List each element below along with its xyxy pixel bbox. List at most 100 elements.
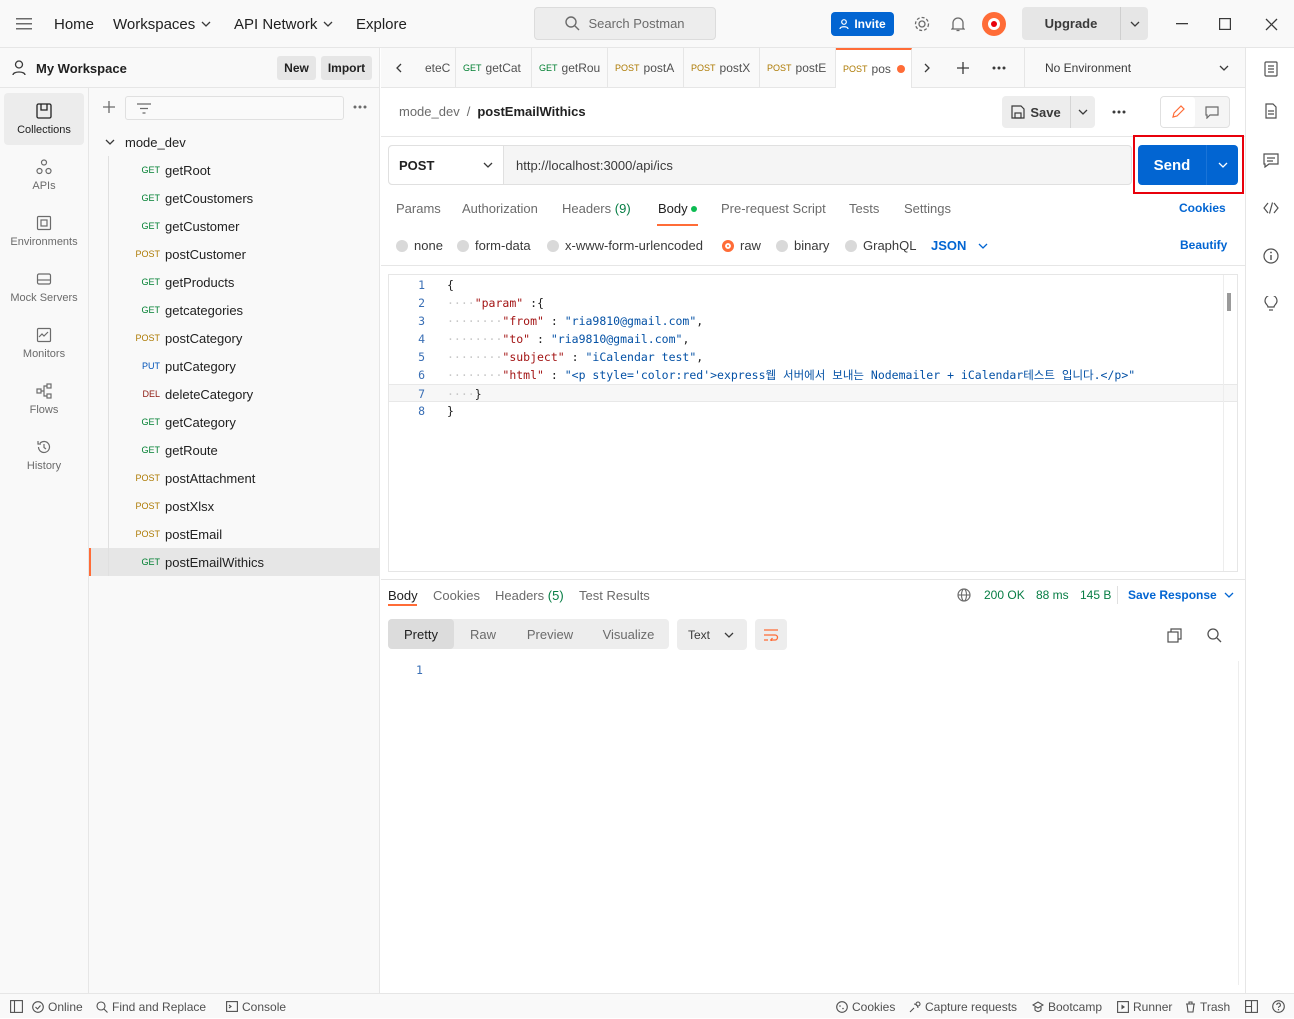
wrap-lines-icon[interactable]: [755, 619, 787, 650]
response-body[interactable]: 1: [388, 661, 1239, 985]
scrollbar[interactable]: [1227, 293, 1231, 311]
add-icon[interactable]: [101, 99, 117, 115]
capture-requests-button[interactable]: Capture requests: [909, 994, 1017, 1019]
view-pretty[interactable]: Pretty: [388, 619, 454, 649]
sidebar-item-request[interactable]: POST postCategory: [89, 324, 379, 352]
request-tab[interactable]: POST postE: [760, 48, 836, 88]
url-input[interactable]: http://localhost:3000/api/ics: [504, 146, 673, 184]
request-tab[interactable]: POST postA: [608, 48, 684, 88]
tab-headers[interactable]: Headers (9): [562, 201, 631, 216]
radio-binary[interactable]: binary: [776, 238, 829, 253]
sidebar-item-request[interactable]: POST postEmail: [89, 520, 379, 548]
body-editor[interactable]: 1{2 ····"param" :{3 ········"from" : "ria9…: [388, 274, 1238, 572]
chevron-down-icon[interactable]: [1206, 145, 1238, 185]
find-replace-button[interactable]: Find and Replace: [96, 994, 206, 1019]
resp-tab-test-results[interactable]: Test Results: [579, 588, 650, 603]
sidebar-item-request[interactable]: GET getCategory: [89, 408, 379, 436]
minimize-icon[interactable]: [1172, 14, 1192, 34]
sidebar-item-request[interactable]: GET getCustomer: [89, 212, 379, 240]
chevron-down-icon[interactable]: [1070, 96, 1095, 128]
maximize-icon[interactable]: [1215, 14, 1235, 34]
filter-input[interactable]: [125, 96, 344, 120]
documentation-icon[interactable]: [1262, 102, 1280, 120]
help-icon[interactable]: [1272, 994, 1285, 1019]
online-status[interactable]: Online: [32, 994, 83, 1019]
response-size[interactable]: 145 B: [1080, 588, 1111, 602]
tab-authorization[interactable]: Authorization: [462, 201, 538, 216]
chevron-down-icon[interactable]: [1120, 7, 1148, 40]
radio-none[interactable]: none: [396, 238, 443, 253]
breadcrumb-parent[interactable]: mode_dev: [399, 104, 460, 119]
request-tab[interactable]: POST postX: [684, 48, 760, 88]
more-tabs-icon[interactable]: [990, 60, 1008, 76]
layout-icon[interactable]: [1245, 994, 1258, 1019]
nav-apis[interactable]: APIs: [4, 149, 84, 201]
resp-tab-headers[interactable]: Headers (5): [495, 588, 564, 603]
more-options-icon[interactable]: [1110, 104, 1128, 120]
format-select[interactable]: JSON: [931, 238, 988, 253]
code-icon[interactable]: [1262, 199, 1280, 217]
resp-tab-body[interactable]: Body: [388, 588, 418, 603]
new-button[interactable]: New: [277, 56, 316, 80]
view-raw[interactable]: Raw: [454, 619, 512, 649]
save-button[interactable]: Save: [1002, 105, 1070, 120]
request-tab[interactable]: eteC: [418, 48, 456, 88]
invite-button[interactable]: Invite: [831, 12, 894, 36]
nav-api-network[interactable]: API Network: [234, 0, 333, 48]
search-icon[interactable]: [1205, 626, 1223, 644]
sidebar-item-request[interactable]: GET getCoustomers: [89, 184, 379, 212]
view-preview[interactable]: Preview: [512, 619, 588, 649]
cookies-button[interactable]: Cookies: [836, 994, 895, 1019]
nav-workspaces[interactable]: Workspaces: [113, 0, 211, 48]
upgrade-button[interactable]: Upgrade: [1022, 7, 1148, 40]
sidebar-item-request[interactable]: GET postEmailWithics: [89, 548, 379, 576]
tab-prerequest[interactable]: Pre-request Script: [721, 201, 826, 216]
menu-icon[interactable]: [14, 14, 34, 34]
trash-button[interactable]: Trash: [1185, 994, 1230, 1019]
avatar[interactable]: [981, 11, 1007, 37]
environment-select[interactable]: No Environment: [1024, 48, 1245, 88]
search-input[interactable]: Search Postman: [534, 7, 716, 40]
beautify-link[interactable]: Beautify: [1180, 238, 1227, 252]
nav-mock-servers[interactable]: Mock Servers: [4, 261, 84, 313]
tab-settings[interactable]: Settings: [904, 201, 951, 216]
request-tab[interactable]: POST pos: [836, 48, 912, 88]
bell-icon[interactable]: [948, 14, 968, 34]
radio-urlencoded[interactable]: x-www-form-urlencoded: [547, 238, 703, 253]
request-tab[interactable]: GET getRou: [532, 48, 608, 88]
comments-icon[interactable]: [1262, 151, 1280, 169]
chevron-right-icon[interactable]: [919, 60, 935, 76]
radio-graphql[interactable]: GraphQL: [845, 238, 916, 253]
method-select[interactable]: POST: [389, 146, 504, 184]
radio-form-data[interactable]: form-data: [457, 238, 531, 253]
lightbulb-icon[interactable]: [1262, 295, 1280, 313]
settings-gear-icon[interactable]: [912, 14, 932, 34]
nav-environments[interactable]: Environments: [4, 205, 84, 257]
toggle-sidebar-icon[interactable]: [10, 994, 23, 1019]
nav-flows[interactable]: Flows: [4, 373, 84, 425]
sidebar-item-request[interactable]: GET getProducts: [89, 268, 379, 296]
request-title[interactable]: postEmailWithics: [477, 104, 585, 119]
environment-quicklook-icon[interactable]: [1262, 60, 1280, 78]
runner-button[interactable]: Runner: [1117, 994, 1172, 1019]
response-format-select[interactable]: Text: [677, 619, 747, 650]
sidebar-item-request[interactable]: GET getcategories: [89, 296, 379, 324]
nav-history[interactable]: History: [4, 429, 84, 481]
tab-params[interactable]: Params: [396, 201, 441, 216]
add-tab-icon[interactable]: [955, 60, 971, 76]
sidebar-item-request[interactable]: GET getRoute: [89, 436, 379, 464]
response-time[interactable]: 88 ms: [1036, 588, 1069, 602]
nav-collections[interactable]: Collections: [4, 93, 84, 145]
edit-mode-pencil-icon[interactable]: [1161, 97, 1195, 127]
tab-tests[interactable]: Tests: [849, 201, 879, 216]
comment-mode-icon[interactable]: [1195, 97, 1229, 127]
workspace-name[interactable]: My Workspace: [36, 61, 127, 76]
nav-explore[interactable]: Explore: [356, 0, 407, 48]
console-button[interactable]: Console: [226, 994, 286, 1019]
more-options-icon[interactable]: [351, 99, 369, 115]
close-icon[interactable]: [1261, 14, 1281, 34]
sidebar-item-request[interactable]: GET getRoot: [89, 156, 379, 184]
sidebar-item-request[interactable]: POST postCustomer: [89, 240, 379, 268]
tab-body[interactable]: Body: [658, 201, 698, 216]
cookies-link[interactable]: Cookies: [1179, 201, 1226, 215]
